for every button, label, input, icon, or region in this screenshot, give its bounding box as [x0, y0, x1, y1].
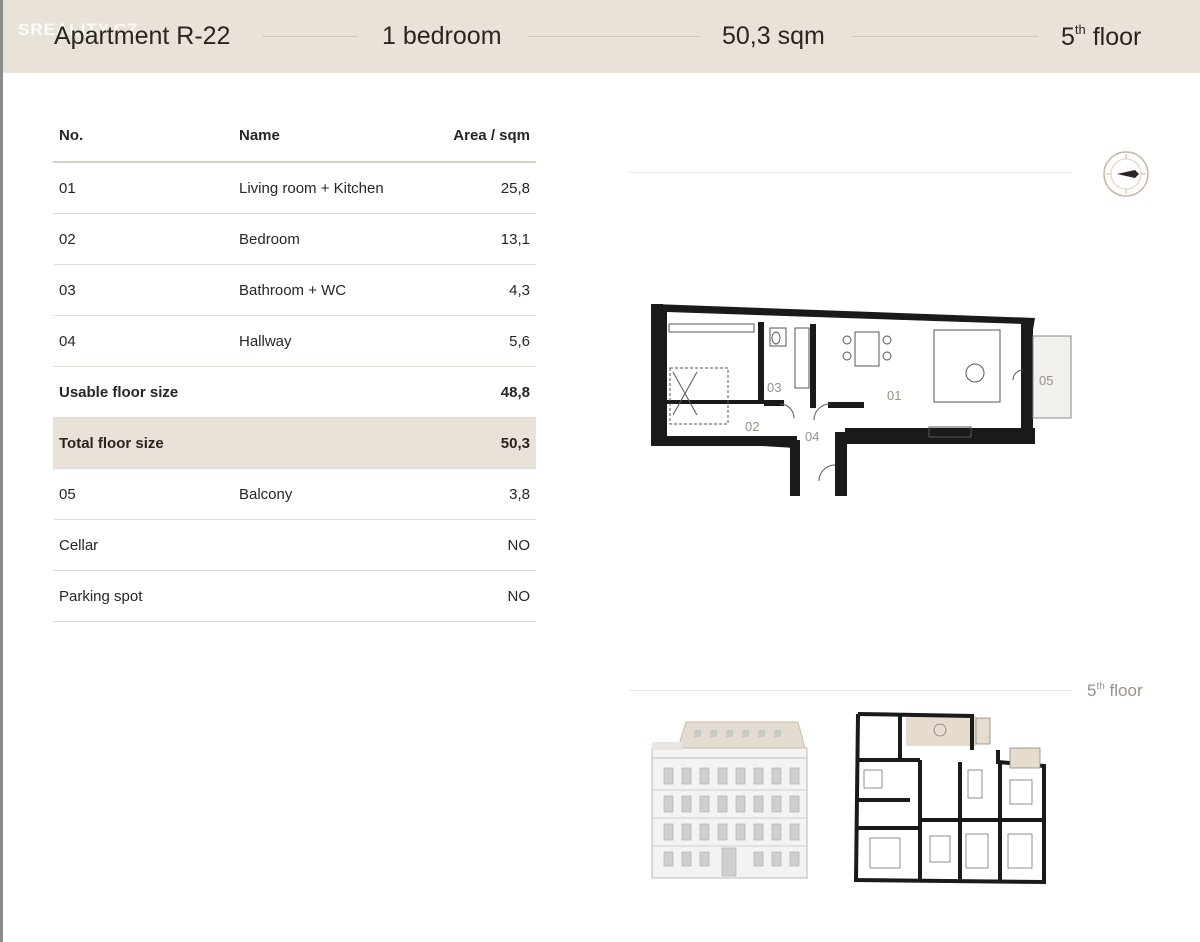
- room-no: 04: [53, 315, 233, 367]
- left-edge-line: [0, 0, 3, 942]
- col-header-name: Name: [233, 110, 414, 163]
- header-divider: [262, 36, 357, 37]
- room-name: Balcony: [233, 468, 414, 520]
- parking-label: Parking spot: [53, 570, 414, 622]
- room-name: Bathroom + WC: [233, 264, 414, 316]
- total-size-row: Total floor size 50,3: [53, 417, 536, 469]
- room-area: 13,1: [414, 213, 536, 265]
- total-size-value: 50,3: [414, 417, 536, 469]
- col-header-no: No.: [53, 110, 233, 163]
- room-area: 3,8: [414, 468, 536, 520]
- room-label-01: 01: [887, 388, 901, 403]
- table-row: 04 Hallway 5,6: [53, 315, 536, 367]
- col-header-area: Area / sqm: [414, 110, 536, 163]
- room-name: Bedroom: [233, 213, 414, 265]
- cellar-row: Cellar NO: [53, 519, 536, 571]
- room-label-05: 05: [1039, 373, 1053, 388]
- usable-size-row: Usable floor size 48,8: [53, 366, 536, 418]
- room-no: 02: [53, 213, 233, 265]
- header-divider: [852, 36, 1038, 37]
- room-label-04: 04: [805, 429, 819, 444]
- table-row: 03 Bathroom + WC 4,3: [53, 264, 536, 316]
- parking-row: Parking spot NO: [53, 570, 536, 622]
- apartment-title: Apartment R-22: [54, 22, 231, 50]
- building-facade-image: [651, 721, 808, 879]
- room-name: Living room + Kitchen: [233, 162, 414, 214]
- floor-indicator: 5th floor: [1061, 22, 1142, 51]
- room-area: 4,3: [414, 264, 536, 316]
- room-label-03: 03: [767, 380, 781, 395]
- room-no: 05: [53, 468, 233, 520]
- header-divider: [528, 36, 700, 37]
- room-label-02: 02: [745, 419, 759, 434]
- bedroom-count: 1 bedroom: [382, 22, 502, 50]
- bottom-divider: [628, 690, 1072, 691]
- table-row: 01 Living room + Kitchen 25,8: [53, 162, 536, 214]
- usable-size-value: 48,8: [414, 366, 536, 418]
- building-floor-plan-image: [853, 712, 1046, 885]
- room-no: 01: [53, 162, 233, 214]
- parking-value: NO: [414, 570, 536, 622]
- usable-size-label: Usable floor size: [53, 366, 414, 418]
- table-header-row: No. Name Area / sqm: [53, 110, 536, 163]
- room-area: 5,6: [414, 315, 536, 367]
- cellar-label: Cellar: [53, 519, 414, 571]
- room-area: 25,8: [414, 162, 536, 214]
- room-area-table: No. Name Area / sqm 01 Living room + Kit…: [53, 110, 536, 622]
- table-row: 05 Balcony 3,8: [53, 468, 536, 520]
- room-no: 03: [53, 264, 233, 316]
- total-size-label: Total floor size: [53, 417, 414, 469]
- table-row: 02 Bedroom 13,1: [53, 213, 536, 265]
- top-divider: [628, 172, 1072, 173]
- floor-caption: 5th floor: [1087, 681, 1143, 700]
- header-bar: SREALITY.CZ Apartment R-22 1 bedroom 50,…: [0, 0, 1200, 942]
- apartment-area: 50,3 sqm: [722, 22, 825, 50]
- compass-icon: [1103, 151, 1149, 197]
- apartment-floor-plan: 01 02 03 04 05: [651, 304, 1072, 496]
- cellar-value: NO: [414, 519, 536, 571]
- room-name: Hallway: [233, 315, 414, 367]
